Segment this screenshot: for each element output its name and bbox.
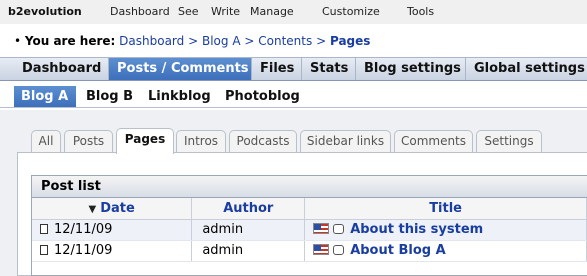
main-menu: Dashboard Posts / Comments Files Stats B… <box>0 57 587 81</box>
tab-posts[interactable]: Posts <box>64 130 113 152</box>
blog-tab-blog-a[interactable]: Blog A <box>14 86 76 107</box>
blog-tab-photoblog[interactable]: Photoblog <box>218 86 307 107</box>
flag-us-icon <box>313 244 330 255</box>
cell-author: admin <box>191 219 306 241</box>
breadcrumb-blog-a[interactable]: Blog A <box>202 34 241 48</box>
blog-tab-blog-b[interactable]: Blog B <box>79 86 140 107</box>
top-toolbar: b2evolution Dashboard See Write Manage C… <box>0 0 587 24</box>
bullet-icon: • <box>14 34 22 48</box>
post-title-link[interactable]: About Blog A <box>350 243 445 258</box>
column-date[interactable]: ▼ Date <box>32 198 193 220</box>
post-title-link[interactable]: About this system <box>350 222 483 237</box>
topbar-write[interactable]: Write <box>211 5 240 18</box>
cell-title: About this system <box>304 219 587 241</box>
column-author[interactable]: Author <box>191 198 306 220</box>
menu-files[interactable]: Files <box>252 58 302 80</box>
topbar-dashboard[interactable]: Dashboard <box>110 5 170 18</box>
blog-tab-linkblog[interactable]: Linkblog <box>141 86 218 107</box>
breadcrumb-current[interactable]: Pages <box>330 34 370 48</box>
page-icon <box>40 224 48 234</box>
post-table: ▼ Date Author Title 12/11/09 admin About … <box>32 198 587 262</box>
tab-sidebar-links[interactable]: Sidebar links <box>300 130 391 152</box>
tab-pages[interactable]: Pages <box>116 128 174 154</box>
cell-date: 12/11/09 <box>32 219 193 241</box>
topbar-customize[interactable]: Customize <box>322 5 380 18</box>
date-value: 12/11/09 <box>54 243 113 258</box>
post-list: Post list ▼ Date Author Title 12/11/09 ad… <box>31 175 587 276</box>
topbar-manage[interactable]: Manage <box>250 5 294 18</box>
menu-posts-comments[interactable]: Posts / Comments <box>109 58 252 80</box>
brand-logo[interactable]: b2evolution <box>8 5 82 18</box>
tab-all[interactable]: All <box>31 130 61 152</box>
table-row: 12/11/09 admin About this system <box>32 219 587 241</box>
blog-menu: Blog A Blog B Linkblog Photoblog <box>0 86 587 108</box>
menu-blog-settings[interactable]: Blog settings <box>356 58 466 80</box>
breadcrumb-label: You are here: <box>24 34 116 48</box>
table-header-row: ▼ Date Author Title <box>32 198 587 220</box>
menu-stats[interactable]: Stats <box>302 58 356 80</box>
sort-desc-icon[interactable]: ▼ <box>89 204 97 215</box>
comment-icon[interactable] <box>333 224 345 234</box>
date-value: 12/11/09 <box>54 222 113 237</box>
topbar-tools[interactable]: Tools <box>407 5 434 18</box>
breadcrumb-separator: > <box>188 34 199 48</box>
breadcrumb: • You are here: Dashboard > Blog A > Con… <box>14 34 370 48</box>
topbar-see[interactable]: See <box>178 5 199 18</box>
tab-intros[interactable]: Intros <box>176 130 226 152</box>
breadcrumb-contents[interactable]: Contents <box>258 34 312 48</box>
tab-comments[interactable]: Comments <box>394 130 473 152</box>
menu-dashboard[interactable]: Dashboard <box>14 58 109 80</box>
breadcrumb-dashboard[interactable]: Dashboard <box>119 34 184 48</box>
comment-icon[interactable] <box>333 245 345 255</box>
column-title[interactable]: Title <box>304 198 587 220</box>
tab-podcasts[interactable]: Podcasts <box>229 130 297 152</box>
table-row: 12/11/09 admin About Blog A <box>32 240 587 262</box>
page-icon <box>40 245 48 255</box>
menu-global-settings[interactable]: Global settings <box>466 58 587 80</box>
post-list-title: Post list <box>32 176 587 198</box>
breadcrumb-separator: > <box>244 34 255 48</box>
flag-us-icon <box>313 223 330 234</box>
cell-date: 12/11/09 <box>32 240 193 262</box>
breadcrumb-separator: > <box>316 34 327 48</box>
tab-settings[interactable]: Settings <box>476 130 542 152</box>
cell-title: About Blog A <box>304 240 587 262</box>
column-date-label: Date <box>100 200 135 216</box>
cell-author: admin <box>191 240 306 262</box>
